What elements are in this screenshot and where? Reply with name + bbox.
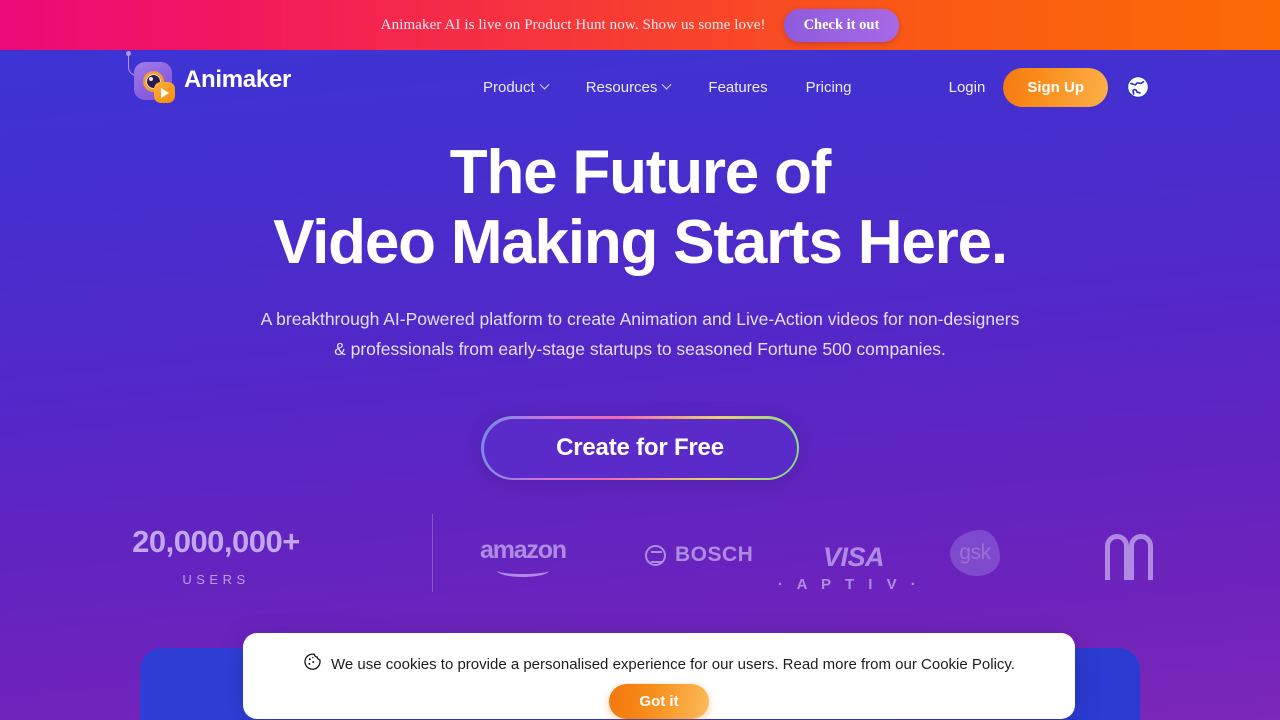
promo-banner: Animaker AI is live on Product Hunt now.…	[0, 0, 1280, 50]
page-title: The Future of Video Making Starts Here.	[0, 124, 1280, 278]
headline-line-2: Video Making Starts Here.	[273, 208, 1008, 277]
nav-item-resources-label: Resources	[585, 78, 658, 96]
cookie-consent-banner: We use cookies to provide a personalised…	[243, 633, 1075, 719]
subheading-line-1: A breakthrough AI-Powered platform to cr…	[260, 309, 1020, 329]
amazon-smile-icon	[496, 564, 549, 577]
subheading-line-2: & professionals from early-stage startup…	[334, 339, 946, 359]
nav-item-resources[interactable]: Resources	[585, 78, 672, 96]
arch-left-shape	[1105, 534, 1129, 580]
check-it-out-button[interactable]: Check it out	[783, 8, 900, 42]
nav-item-product-label: Product	[483, 78, 535, 96]
aptiv-wordmark: · A P T I V ·	[778, 576, 921, 593]
golden-arches-icon	[1105, 534, 1157, 580]
gsk-wordmark: gsk	[959, 541, 991, 564]
hero-cta-container: Create for Free	[0, 416, 1280, 480]
bosch-emblem-icon	[645, 544, 666, 566]
brand-logo-amazon: amazon	[480, 536, 567, 577]
got-it-button[interactable]: Got it	[609, 684, 709, 719]
hero-subheading: A breakthrough AI-Powered platform to cr…	[0, 304, 1280, 364]
hero-section: The Future of Video Making Starts Here. …	[0, 124, 1280, 480]
bosch-wordmark: BOSCH	[675, 543, 754, 566]
site-header: Animaker Product Resources Features Pric…	[0, 50, 1280, 124]
animaker-logo[interactable]: Animaker	[126, 51, 291, 104]
user-count-block: 20,000,000+ USERS	[0, 512, 432, 587]
cookie-message-text: We use cookies to provide a personalised…	[331, 655, 1015, 673]
create-for-free-button[interactable]: Create for Free	[481, 416, 799, 480]
header-actions: Login Sign Up	[949, 50, 1150, 124]
brand-logo-visa: VISA	[823, 542, 885, 573]
cookie-message-row: We use cookies to provide a personalised…	[303, 652, 1015, 676]
nav-item-pricing[interactable]: Pricing	[806, 79, 852, 96]
globe-icon[interactable]	[1126, 75, 1150, 99]
user-count-label: USERS	[182, 572, 250, 587]
chevron-down-icon	[661, 79, 672, 90]
animaker-landing-page: Animaker AI is live on Product Hunt now.…	[0, 0, 1280, 720]
chevron-down-icon	[539, 79, 550, 90]
logo-wordmark: Animaker	[184, 66, 291, 93]
promo-banner-text: Animaker AI is live on Product Hunt now.…	[380, 16, 766, 33]
arch-right-shape	[1129, 534, 1153, 580]
main-navigation: Product Resources Features Pricing	[483, 50, 851, 124]
cookie-icon	[303, 652, 322, 676]
nav-item-product[interactable]: Product	[483, 78, 550, 96]
play-badge-icon	[154, 82, 175, 103]
sign-up-button[interactable]: Sign Up	[1003, 67, 1108, 107]
brand-logo-row: amazon BOSCH VISA · A P T I V · gsk	[433, 512, 1280, 602]
headline-line-1: The Future of	[449, 138, 832, 207]
login-link[interactable]: Login	[949, 79, 986, 96]
animaker-camera-play-icon	[126, 51, 175, 104]
user-count-number: 20,000,000+	[132, 524, 300, 559]
social-proof-section: 20,000,000+ USERS amazon BOSCH VISA · A …	[0, 512, 1280, 602]
brand-logo-bosch: BOSCH	[645, 543, 753, 567]
brand-logo-aptiv: · A P T I V ·	[778, 576, 921, 593]
lens-glint-shape	[149, 77, 153, 81]
visa-wordmark: VISA	[823, 542, 885, 572]
amazon-wordmark: amazon	[480, 536, 567, 564]
brand-logo-mcdonalds	[1105, 534, 1157, 580]
brand-logo-gsk: gsk	[950, 530, 1000, 576]
nav-item-features[interactable]: Features	[708, 79, 767, 96]
gsk-blob-shape: gsk	[950, 530, 1000, 576]
create-for-free-label: Create for Free	[483, 418, 797, 478]
